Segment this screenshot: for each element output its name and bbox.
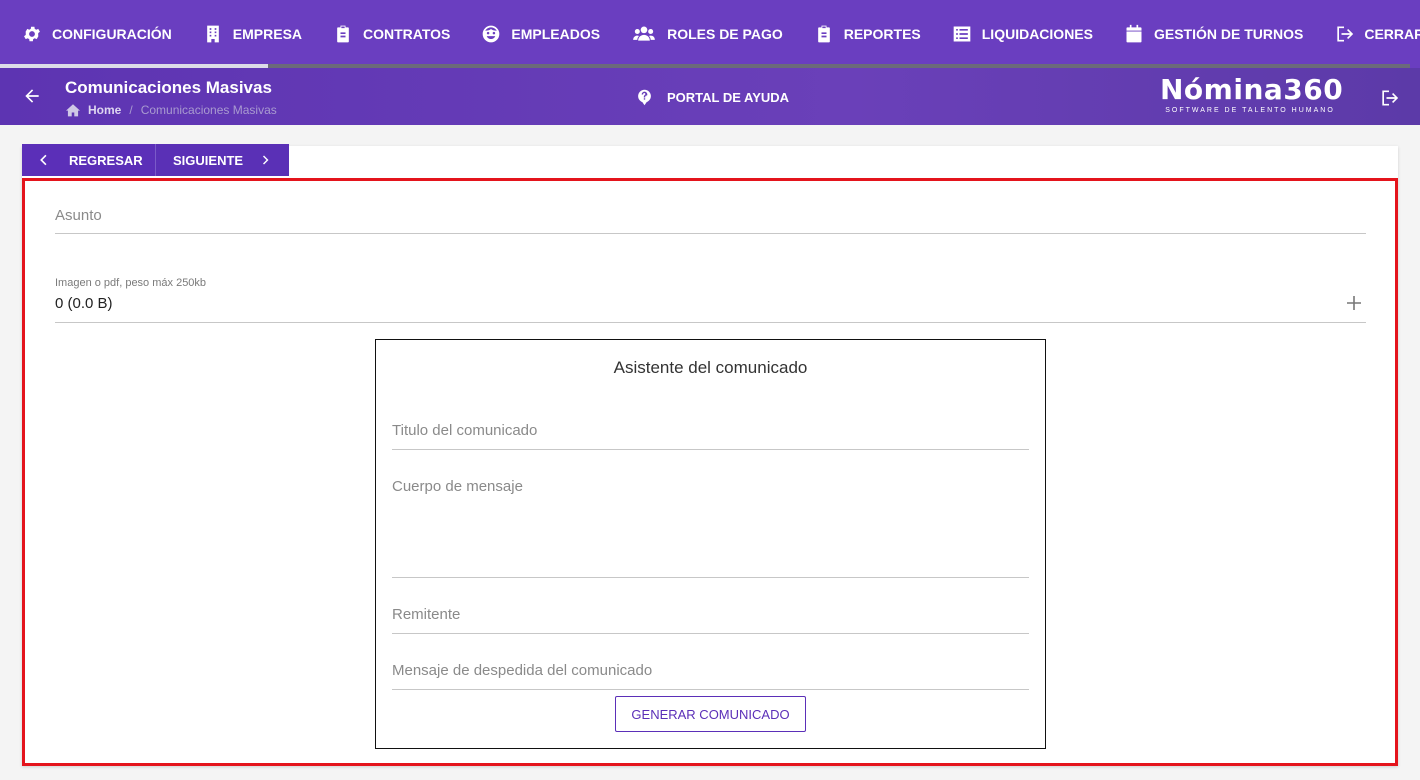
breadcrumb-current: Comunicaciones Masivas bbox=[140, 103, 277, 117]
add-file-button[interactable] bbox=[1346, 295, 1362, 311]
home-icon bbox=[66, 104, 80, 117]
help-icon bbox=[638, 89, 651, 106]
breadcrumb-separator: / bbox=[129, 103, 133, 117]
arrow-left-icon bbox=[25, 89, 39, 103]
back-button-label: REGRESAR bbox=[69, 152, 143, 168]
logo-text: Nómina360 bbox=[1160, 73, 1344, 106]
nav-item-empleados[interactable]: EMPLEADOS bbox=[481, 24, 600, 44]
remitente-input[interactable]: Remitente bbox=[392, 606, 460, 623]
nav-label: CERRAR SESIÓN bbox=[1364, 26, 1420, 42]
logo-tagline: SOFTWARE DE TALENTO HUMANO bbox=[1165, 107, 1335, 114]
nav-item-gestion-de-turnos[interactable]: GESTIÓN DE TURNOS bbox=[1124, 24, 1303, 44]
despedida-input[interactable]: Mensaje de despedida del comunicado bbox=[392, 662, 652, 679]
chevron-right-icon bbox=[263, 155, 269, 165]
remitente-underline bbox=[392, 633, 1029, 634]
nav-label: REPORTES bbox=[843, 26, 921, 42]
nav-item-contratos[interactable]: CONTRATOS bbox=[333, 24, 450, 44]
nav-item-roles-de-pago[interactable]: ROLES DE PAGO bbox=[631, 24, 783, 44]
list-icon bbox=[953, 26, 971, 42]
logout-icon bbox=[1337, 26, 1354, 42]
file-upload-underline bbox=[55, 322, 1366, 323]
nav-item-empresa[interactable]: EMPRESA bbox=[203, 24, 302, 44]
top-navigation: CONFIGURACIÓN EMPRESA CONTRATOS EMPLEADO… bbox=[0, 0, 1420, 68]
asunto-underline bbox=[55, 233, 1366, 234]
nav-label: EMPLEADOS bbox=[511, 26, 601, 42]
brand-logo: Nómina360 SOFTWARE DE TALENTO HUMANO bbox=[1160, 73, 1344, 115]
calendar-icon bbox=[1126, 24, 1142, 43]
nav-item-cerrar-sesion[interactable]: CERRAR SESIÓN bbox=[1334, 24, 1420, 44]
logout-icon bbox=[1382, 90, 1399, 106]
despedida-underline bbox=[392, 689, 1029, 690]
logout-button[interactable] bbox=[1379, 88, 1399, 108]
users-icon bbox=[633, 26, 655, 41]
titulo-underline bbox=[392, 449, 1029, 450]
nav-item-configuracion[interactable]: CONFIGURACIÓN bbox=[22, 24, 172, 44]
nav-item-liquidaciones[interactable]: LIQUIDACIONES bbox=[952, 24, 1093, 44]
cuerpo-textarea[interactable]: Cuerpo de mensaje bbox=[392, 478, 523, 495]
clipboard-list-icon bbox=[817, 25, 830, 43]
wizard-title: Asistente del comunicado bbox=[613, 358, 808, 377]
cuerpo-underline bbox=[392, 577, 1029, 578]
breadcrumb: Home / Comunicaciones Masivas bbox=[65, 103, 277, 117]
breadcrumb-home[interactable]: Home bbox=[88, 103, 121, 117]
building-icon bbox=[206, 25, 219, 43]
gear-icon bbox=[24, 26, 40, 42]
face-icon bbox=[483, 25, 500, 43]
back-button[interactable]: REGRESAR bbox=[22, 144, 155, 176]
nav-label: GESTIÓN DE TURNOS bbox=[1153, 26, 1304, 42]
nav-label: CONTRATOS bbox=[363, 26, 451, 42]
plus-icon bbox=[1347, 296, 1361, 310]
step-toolbar: REGRESAR SIGUIENTE bbox=[22, 144, 289, 176]
nav-label: CONFIGURACIÓN bbox=[52, 26, 172, 42]
back-arrow-button[interactable] bbox=[22, 86, 42, 106]
help-portal-link[interactable]: PORTAL DE AYUDA bbox=[636, 89, 789, 106]
page-title: Comunicaciones Masivas bbox=[65, 78, 272, 97]
content-card: REGRESAR SIGUIENTE Asunto Imagen o pdf, … bbox=[22, 144, 1398, 766]
chevron-left-icon bbox=[40, 154, 47, 166]
nav-label: LIQUIDACIONES bbox=[981, 26, 1093, 42]
help-label: PORTAL DE AYUDA bbox=[667, 90, 790, 105]
nav-label: EMPRESA bbox=[232, 26, 303, 42]
clipboard-icon bbox=[337, 25, 349, 43]
next-button-label: SIGUIENTE bbox=[173, 152, 244, 168]
nav-label: ROLES DE PAGO bbox=[667, 26, 783, 42]
asunto-input[interactable]: Asunto bbox=[55, 207, 102, 224]
next-button[interactable]: SIGUIENTE bbox=[155, 144, 289, 176]
file-upload-label: Imagen o pdf, peso máx 250kb bbox=[55, 277, 207, 289]
nav-item-reportes[interactable]: REPORTES bbox=[814, 24, 921, 44]
page-header: Comunicaciones Masivas Home / Comunicaci… bbox=[0, 68, 1420, 125]
generate-announcement-button[interactable]: GENERAR COMUNICADO bbox=[615, 696, 806, 732]
file-upload-value[interactable]: 0 (0.0 B) bbox=[55, 295, 113, 312]
titulo-input[interactable]: Titulo del comunicado bbox=[392, 422, 537, 439]
announcement-wizard: Asistente del comunicado Titulo del comu… bbox=[375, 339, 1046, 749]
